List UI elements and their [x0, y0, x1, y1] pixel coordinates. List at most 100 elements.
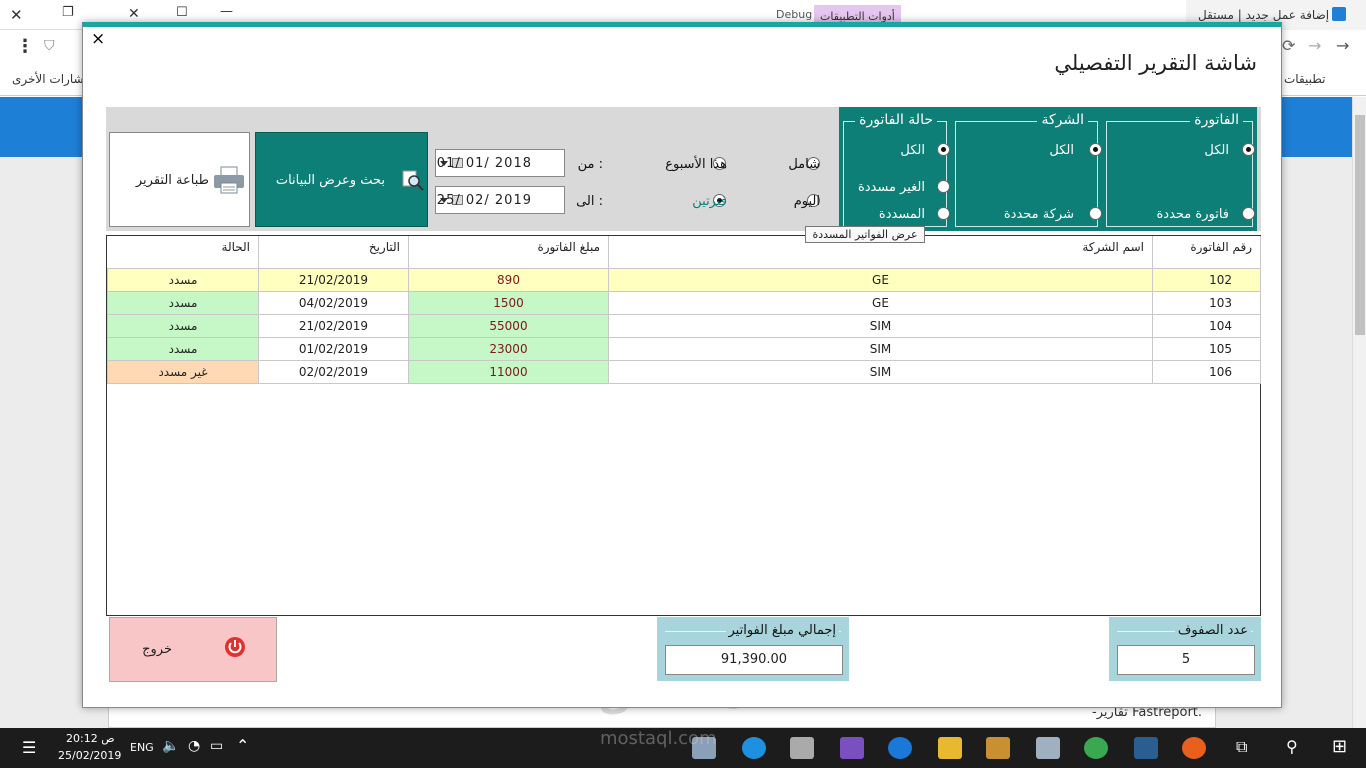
cell-status: غير مسدد: [107, 359, 259, 384]
company-filter-group: الشركة الكل شركة محددة: [951, 107, 1102, 231]
browser-close-icon-2[interactable]: ✕: [128, 6, 140, 22]
file-explorer-icon[interactable]: [938, 737, 962, 759]
status-group-title: حالة الفاتورة: [855, 112, 937, 128]
chart-app-icon[interactable]: [1134, 737, 1158, 759]
period-today-label: اليوم: [793, 194, 820, 209]
taskbar-date: 25/02/2019: [58, 749, 122, 762]
volume-icon[interactable]: 🔈: [162, 738, 179, 754]
company-specific-radio[interactable]: [1089, 207, 1102, 220]
status-unpaid-radio[interactable]: [937, 180, 950, 193]
browser-maximize-icon[interactable]: ☐: [176, 5, 188, 20]
header-status[interactable]: الحالة: [107, 236, 259, 269]
browser-restore-icon[interactable]: ❐: [62, 5, 74, 20]
shield-icon[interactable]: ⛉: [44, 38, 55, 54]
period-two-dates-label: فترتين: [692, 194, 727, 209]
cell-amount: 890: [408, 267, 609, 292]
status-all-label: الكل: [900, 143, 925, 158]
header-invoice-no[interactable]: رقم الفاتورة: [1152, 236, 1261, 269]
cell-company: SIM: [608, 313, 1153, 338]
to-date-picker[interactable]: 25/ 02/ 2019: [435, 186, 565, 214]
language-indicator[interactable]: ENG: [130, 741, 154, 754]
status-all-radio[interactable]: [937, 143, 950, 156]
invoice-filter-group: الفاتورة الكل فاتورة محددة: [1102, 107, 1257, 231]
header-date[interactable]: التاريخ: [258, 236, 409, 269]
report-window: × شاشة التقرير التفصيلي الفاتورة الكل فا…: [82, 22, 1282, 708]
cell-amount: 55000: [408, 313, 609, 338]
cell-amount: 23000: [408, 336, 609, 361]
table-row[interactable]: 103 GE 1500 04/02/2019 مسدد: [107, 290, 1261, 315]
browser-tab-title[interactable]: إضافة عمل جديد | مستقل: [1198, 8, 1329, 22]
search-button-label: بحث وعرض البيانات: [275, 173, 385, 188]
cell-date: 02/02/2019: [258, 359, 409, 384]
forward-icon[interactable]: →: [1308, 36, 1321, 55]
windows-start-icon[interactable]: ⊞: [1332, 736, 1347, 757]
status-paid-radio[interactable]: [937, 207, 950, 220]
browser-close-icon[interactable]: ✕: [10, 6, 23, 24]
wifi-icon[interactable]: ◔: [188, 738, 200, 754]
edge-icon[interactable]: [888, 737, 912, 759]
cell-invoice-no: 106: [1152, 359, 1261, 384]
total-amount-label: إجمالي مبلغ الفواتير: [725, 623, 839, 638]
cell-date: 01/02/2019: [258, 336, 409, 361]
printer-icon: [214, 166, 244, 194]
invoice-specific-label: فاتورة محددة: [1156, 207, 1229, 222]
table-header-row: رقم الفاتورة اسم الشركة مبلغ الفاتورة ال…: [107, 236, 1261, 269]
back-icon[interactable]: →: [1336, 36, 1349, 55]
table-row[interactable]: 106 SIM 11000 02/02/2019 غير مسدد: [107, 359, 1261, 384]
cell-company: GE: [608, 267, 1153, 292]
browser-minimize-icon[interactable]: —: [220, 4, 233, 19]
exit-button-label: خروج: [142, 642, 172, 657]
close-icon[interactable]: ×: [91, 29, 105, 49]
reload-icon[interactable]: ⟳: [1282, 36, 1295, 55]
tools-icon[interactable]: [986, 737, 1010, 759]
tray-expand-icon[interactable]: ⌃: [236, 736, 249, 755]
invoice-grid[interactable]: رقم الفاتورة اسم الشركة مبلغ الفاتورة ال…: [106, 235, 1261, 616]
from-label: من :: [577, 157, 603, 172]
cell-date: 21/02/2019: [258, 313, 409, 338]
browser-menu-icon[interactable]: ⋮: [16, 36, 34, 57]
visual-studio-icon[interactable]: [840, 737, 864, 759]
table-row[interactable]: 104 SIM 55000 21/02/2019 مسدد: [107, 313, 1261, 338]
company-group-title: الشركة: [1037, 112, 1088, 128]
cell-invoice-no: 105: [1152, 336, 1261, 361]
total-amount-value: 91,390.00: [665, 645, 843, 675]
period-week-label: هذا الأسبوع: [665, 157, 727, 172]
teamviewer-icon[interactable]: [742, 737, 766, 759]
to-label: الى :: [576, 194, 603, 209]
cell-date: 04/02/2019: [258, 290, 409, 315]
window-title: شاشة التقرير التفصيلي: [1054, 51, 1257, 75]
invoice-specific-radio[interactable]: [1242, 207, 1255, 220]
print-button[interactable]: طباعة التقرير: [109, 132, 250, 227]
exit-button[interactable]: خروج: [109, 617, 277, 682]
invoice-all-radio[interactable]: [1242, 143, 1255, 156]
company-all-radio[interactable]: [1089, 143, 1102, 156]
database-icon[interactable]: [790, 737, 814, 759]
row-count-panel: عدد الصفوف 5: [1109, 617, 1261, 681]
search-taskbar-icon[interactable]: ⚲: [1286, 737, 1298, 756]
settings-window-icon[interactable]: [1036, 737, 1060, 759]
chrome-icon[interactable]: [1084, 737, 1108, 759]
company-all-label: الكل: [1049, 143, 1074, 158]
bookmarks-apps[interactable]: تطبيقات: [1284, 72, 1325, 86]
firefox-icon[interactable]: [1182, 737, 1206, 759]
total-amount-panel: إجمالي مبلغ الفواتير 91,390.00: [657, 617, 849, 681]
to-date-value: 25/ 02/ 2019: [436, 193, 532, 208]
table-row[interactable]: 105 SIM 23000 01/02/2019 مسدد: [107, 336, 1261, 361]
task-view-icon[interactable]: ⧉: [1236, 737, 1247, 757]
status-paid-label: المسددة: [878, 207, 925, 222]
cell-status: مسدد: [107, 313, 259, 338]
search-button[interactable]: بحث وعرض البيانات: [255, 132, 428, 227]
cell-company: SIM: [608, 336, 1153, 361]
invoice-all-label: الكل: [1204, 143, 1229, 158]
from-date-picker[interactable]: 01/ 01/ 2018: [435, 149, 565, 177]
bookmarks-other[interactable]: إشارات الأخرى: [12, 72, 87, 86]
cell-amount: 1500: [408, 290, 609, 315]
page-scrollbar[interactable]: [1352, 97, 1366, 728]
cell-amount: 11000: [408, 359, 609, 384]
table-row[interactable]: 102 GE 890 21/02/2019 مسدد: [107, 267, 1261, 292]
taskbar-time: 20:12 ص: [66, 732, 115, 745]
notifications-icon[interactable]: ☰: [22, 738, 36, 757]
battery-icon[interactable]: ▭: [210, 738, 223, 754]
row-count-label: عدد الصفوف: [1174, 623, 1251, 638]
header-amount[interactable]: مبلغ الفاتورة: [408, 236, 609, 269]
